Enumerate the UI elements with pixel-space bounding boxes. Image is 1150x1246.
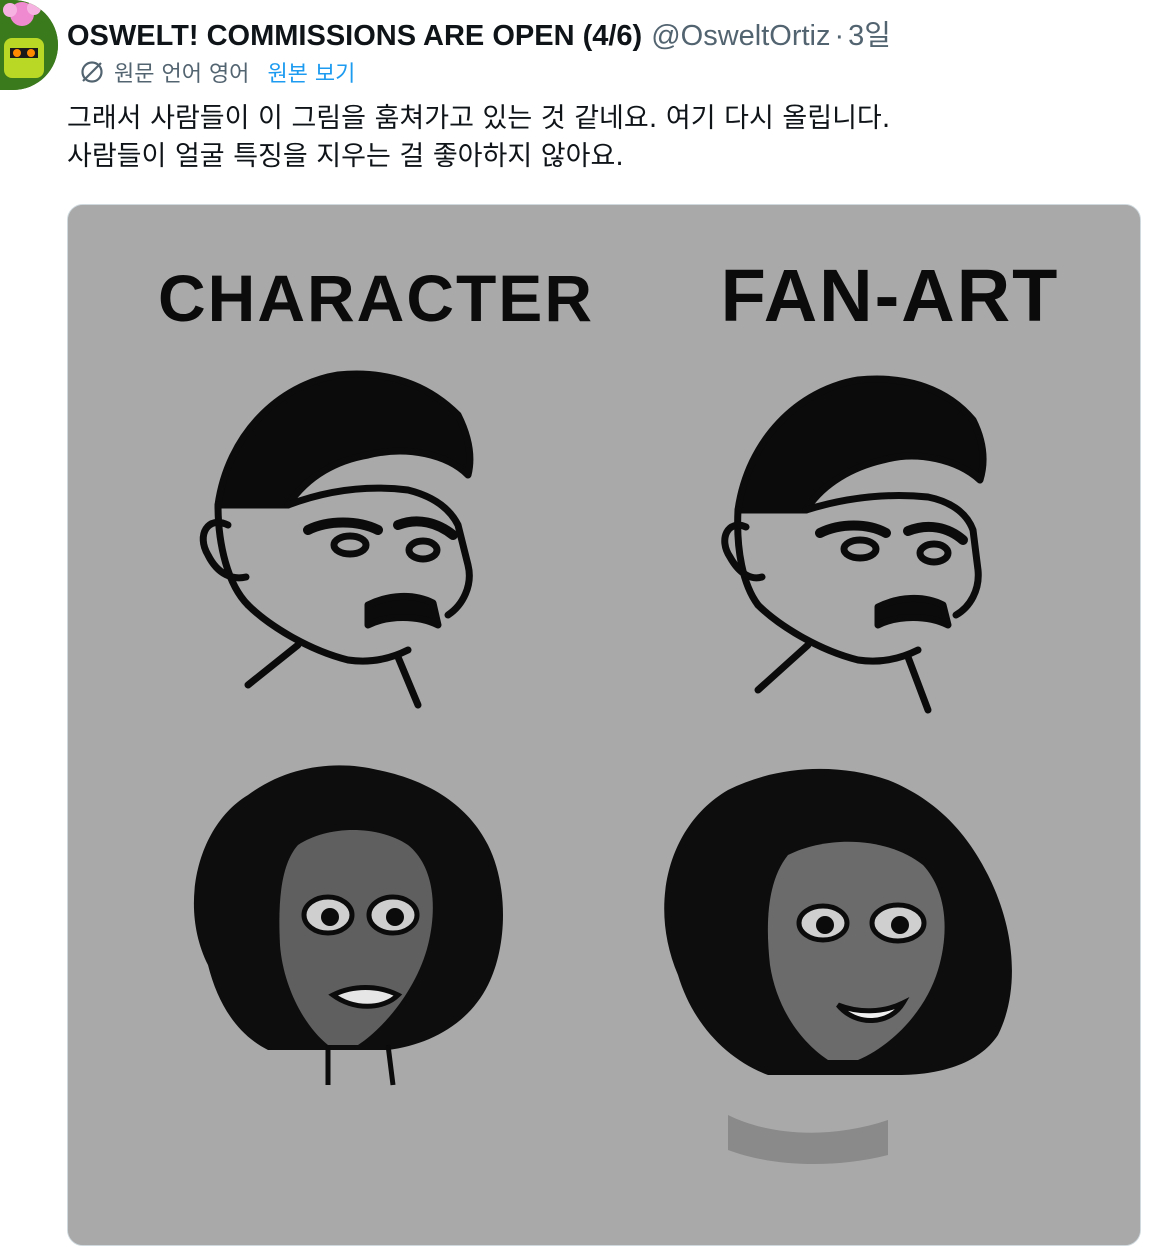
tweet-text: 그래서 사람들이 이 그림을 훔쳐가고 있는 것 같네요. 여기 다시 올립니다… bbox=[67, 100, 1127, 176]
avatar-image bbox=[0, 0, 58, 90]
tweet-text-line: 사람들이 얼굴 특징을 지우는 걸 좋아하지 않아요. bbox=[67, 141, 624, 172]
heading-fan-art: FAN-ART bbox=[721, 254, 1060, 337]
avatar[interactable] bbox=[0, 0, 58, 90]
show-original-link[interactable]: 원본 보기 bbox=[267, 56, 355, 88]
user-handle[interactable]: @OsweltOrtiz bbox=[651, 20, 830, 53]
tweet-text-line: 그래서 사람들이 이 그림을 훔쳐가고 있는 것 같네요. 여기 다시 올립니다… bbox=[67, 103, 891, 134]
separator-dot: · bbox=[834, 20, 845, 52]
tweet-header: OSWELT! COMMISSIONS ARE OPEN (4/6) @Oswe… bbox=[67, 12, 891, 52]
translation-row: 원문 언어 영어 원본 보기 bbox=[78, 56, 355, 88]
timestamp[interactable]: 3일 bbox=[848, 12, 891, 54]
display-name[interactable]: OSWELT! COMMISSIONS ARE OPEN (4/6) bbox=[67, 20, 642, 53]
artwork-image: CHARACTER FAN-ART bbox=[68, 205, 1140, 1245]
tweet-media[interactable]: CHARACTER FAN-ART bbox=[67, 204, 1141, 1246]
translation-label: 원문 언어 영어 bbox=[114, 62, 250, 87]
heading-character: CHARACTER bbox=[158, 261, 594, 335]
translate-icon bbox=[81, 61, 103, 83]
